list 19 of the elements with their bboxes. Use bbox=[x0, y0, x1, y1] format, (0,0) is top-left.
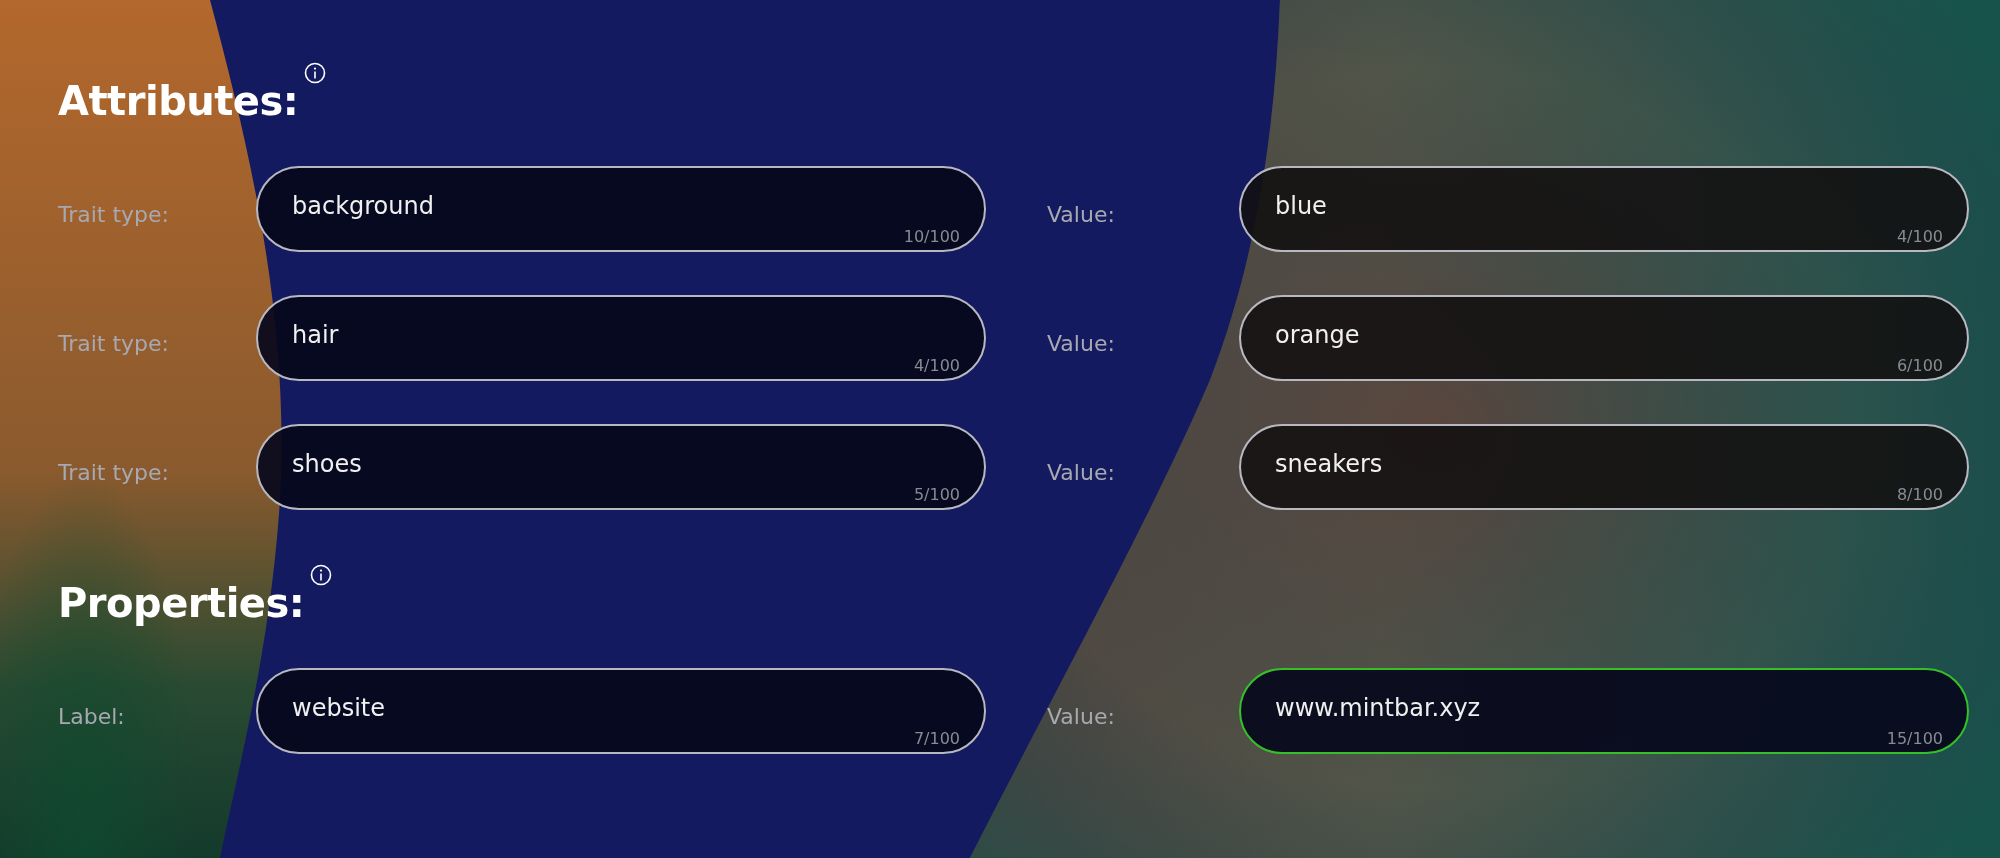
field-label: Value: bbox=[1047, 329, 1116, 356]
character-counter: 6/100 bbox=[1896, 356, 1943, 375]
character-counter: 4/100 bbox=[1896, 227, 1943, 246]
field-label: Value: bbox=[1047, 200, 1116, 227]
character-counter: 8/100 bbox=[1896, 485, 1943, 504]
field-label: Value: bbox=[1047, 702, 1116, 729]
field-label: Trait type: bbox=[58, 329, 171, 356]
info-icon[interactable] bbox=[304, 62, 327, 84]
field-label: Value: bbox=[1047, 458, 1116, 485]
field-label: Trait type: bbox=[58, 200, 171, 227]
character-counter: 15/100 bbox=[1886, 729, 1943, 748]
character-counter: 10/100 bbox=[903, 227, 960, 246]
character-counter: 4/100 bbox=[913, 356, 960, 375]
section-heading: Properties: bbox=[58, 580, 305, 626]
field-label: Label: bbox=[58, 702, 126, 729]
character-counter: 7/100 bbox=[913, 729, 960, 748]
character-counter: 5/100 bbox=[913, 485, 960, 504]
field-label: Trait type: bbox=[58, 458, 171, 485]
info-icon[interactable] bbox=[310, 564, 333, 586]
